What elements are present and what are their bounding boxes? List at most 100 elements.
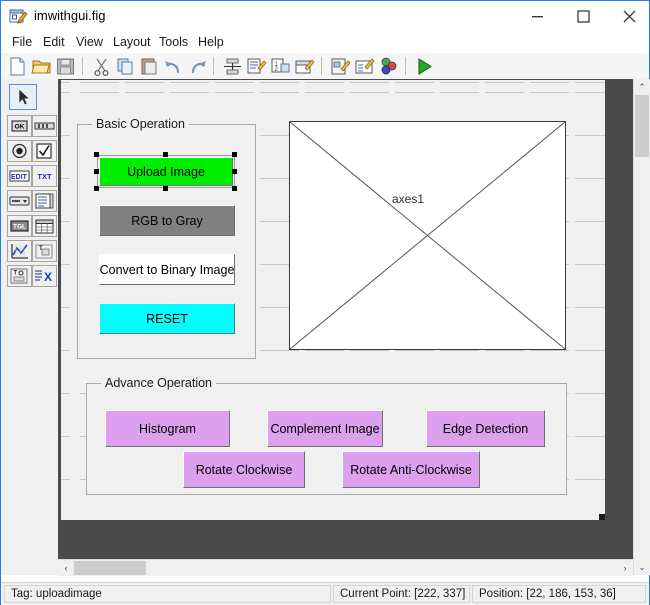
status-current-point: Current Point: [222, 337] [333,585,470,603]
minimize-button[interactable] [514,1,560,32]
resize-handle-nw[interactable] [94,152,99,157]
guide-figure-icon [9,7,28,26]
activex-glyph: X [33,266,56,286]
basic-operation-panel-title: Basic Operation [92,117,189,131]
new-figure-icon[interactable] [7,56,28,77]
run-figure-icon[interactable] [414,56,435,77]
scroll-right-arrow-icon[interactable]: › [617,560,633,576]
menu-layout[interactable]: Layout [108,34,156,51]
object-browser-icon[interactable] [378,56,399,77]
list-box-tool[interactable] [32,190,57,212]
svg-text:T: T [14,271,18,277]
button-group-tool[interactable]: T [7,265,32,287]
maximize-button[interactable] [560,1,606,32]
edit-text-tool[interactable]: EDIT [7,165,32,187]
svg-text:TGL: TGL [13,224,26,231]
menu-help[interactable]: Help [193,34,229,51]
resize-handle-ne[interactable] [232,152,237,157]
rgb-to-gray-button[interactable]: RGB to Gray [99,205,235,236]
push-button-glyph: OK [8,116,31,136]
paste-icon[interactable] [139,56,160,77]
basic-operation-panel[interactable]: Basic Operation Upload Image RGB to Gray [77,117,256,359]
cut-icon[interactable] [91,56,112,77]
open-figure-icon[interactable] [31,56,52,77]
advance-operation-panel-title: Advance Operation [101,376,217,390]
edge-detection-button[interactable]: Edge Detection [426,410,545,447]
redo-icon[interactable] [187,56,208,77]
rotate-clockwise-button[interactable]: Rotate Clockwise [183,451,305,488]
selection-outline [97,155,235,188]
convert-to-binary-button[interactable]: Convert to Binary Image [99,254,235,285]
advance-operation-panel[interactable]: Advance Operation Histogram Complement I… [86,376,567,495]
close-button[interactable] [606,1,650,32]
toolbar-editor-icon[interactable] [294,56,315,77]
svg-text:X: X [44,270,52,284]
resize-handle-se[interactable] [232,186,237,191]
histogram-button[interactable]: Histogram [105,410,230,447]
slider-glyph [33,116,56,136]
scroll-down-arrow-icon[interactable]: ⌄ [634,559,650,575]
resize-handle-s[interactable] [163,186,168,191]
vertical-scrollbar[interactable]: ⌃ ⌄ [633,79,650,575]
reset-button[interactable]: RESET [99,303,235,334]
slider-tool[interactable] [32,115,57,137]
menu-edit[interactable]: Edit [38,34,70,51]
axes1[interactable]: axes1 [289,121,566,350]
figure-resize-grip[interactable] [599,514,605,520]
menu-tools[interactable]: Tools [154,34,193,51]
m-file-editor-icon[interactable] [330,56,351,77]
title-bar: imwithgui.fig [1,1,649,32]
table-tool[interactable] [32,215,57,237]
property-inspector-icon[interactable] [354,56,375,77]
scroll-up-arrow-icon[interactable]: ⌃ [634,79,650,95]
svg-text:TXT: TXT [37,172,52,181]
figure-canvas[interactable]: Basic Operation Upload Image RGB to Gray [61,80,605,520]
complement-image-button[interactable]: Complement Image [267,410,383,447]
pop-up-menu-tool[interactable] [7,190,32,212]
list-box-glyph [33,191,56,211]
menu-view[interactable]: View [71,34,108,51]
resize-handle-e[interactable] [232,169,237,174]
undo-icon[interactable] [163,56,184,77]
rotate-anti-clockwise-button[interactable]: Rotate Anti-Clockwise [342,451,480,488]
convert-to-binary-button-label: Convert to Binary Image [99,262,235,277]
menu-editor-icon[interactable] [246,56,267,77]
panel-tool[interactable]: T [32,240,57,262]
horizontal-scrollbar[interactable]: ‹ › [58,559,633,576]
vertical-scroll-thumb[interactable] [635,95,649,157]
static-text-glyph: TXT [33,166,56,186]
complement-image-button-label: Complement Image [270,421,380,436]
layout-editor-canvas[interactable]: Basic Operation Upload Image RGB to Gray [58,79,633,575]
radio-button-tool[interactable] [7,140,32,162]
check-box-glyph [33,141,56,161]
static-text-tool[interactable]: TXT [32,165,57,187]
copy-icon[interactable] [115,56,136,77]
status-bar: Tag: uploadimage Current Point: [222, 33… [1,582,649,605]
resize-handle-w[interactable] [94,169,99,174]
status-tag: Tag: uploadimage [4,585,331,603]
push-button-tool[interactable]: OK [7,115,32,137]
activex-control-tool[interactable]: X [32,265,57,287]
rotate-clockwise-button-label: Rotate Clockwise [195,462,293,477]
resize-handle-sw[interactable] [94,186,99,191]
toggle-button-tool[interactable]: TGL [7,215,32,237]
menu-file[interactable]: File [7,34,37,51]
align-objects-icon[interactable] [222,56,243,77]
component-palette: OK EDIT TXT TGL T T X [1,79,59,575]
edit-text-glyph: EDIT [8,166,31,186]
menu-bar: File Edit View Layout Tools Help [1,32,649,53]
edge-detection-button-label: Edge Detection [442,421,529,436]
axes-tool[interactable] [7,240,32,262]
resize-handle-n[interactable] [163,152,168,157]
check-box-tool[interactable] [32,140,57,162]
select-tool[interactable] [9,84,37,110]
axes1-label: axes1 [392,192,425,206]
tab-order-editor-icon[interactable]: 1 2 [270,56,291,77]
svg-text:OK: OK [15,124,25,131]
toolbar-separator [405,57,406,75]
horizontal-scroll-thumb[interactable] [74,561,146,575]
guide-window: imwithgui.fig File Edit View Layout Tool… [0,0,650,605]
scroll-left-arrow-icon[interactable]: ‹ [58,560,74,576]
histogram-button-label: Histogram [139,421,196,436]
save-figure-icon[interactable] [55,56,76,77]
